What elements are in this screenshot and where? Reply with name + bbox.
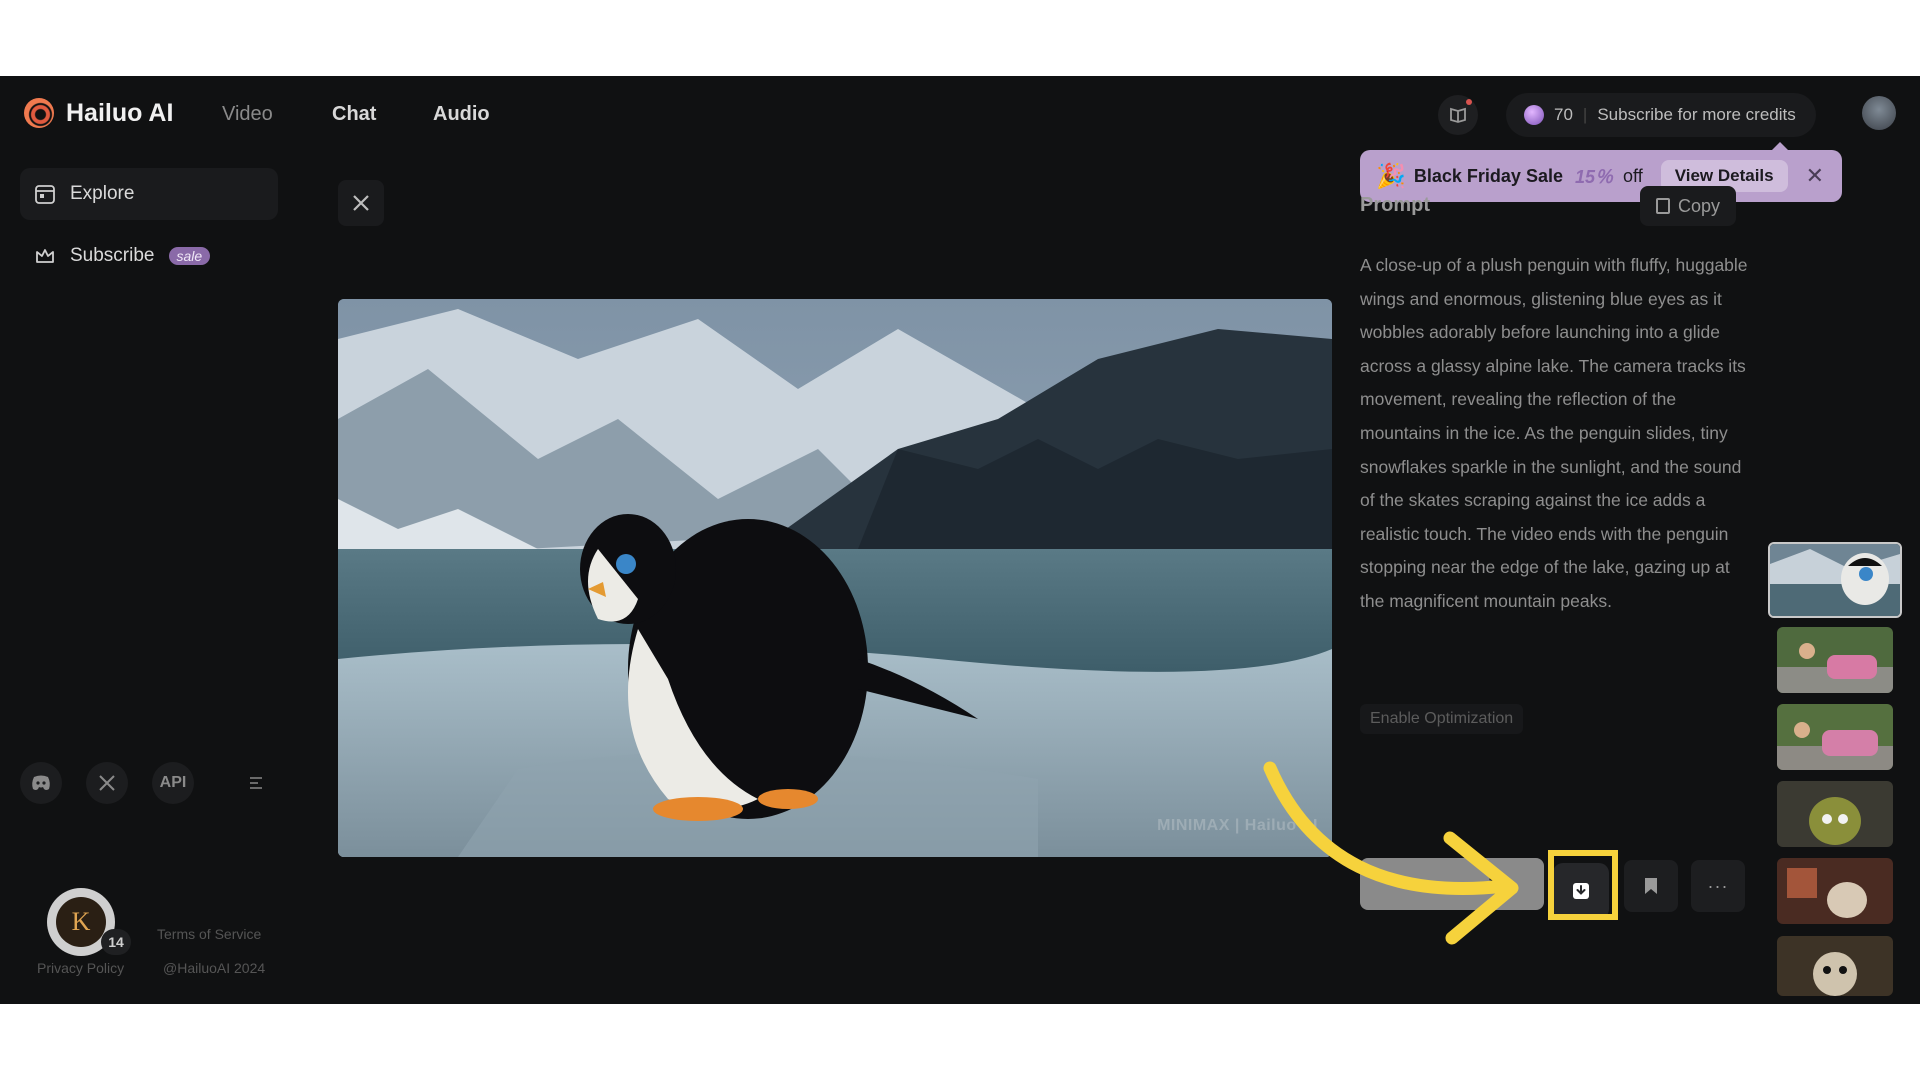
credits-pill[interactable]: 70 | Subscribe for more credits: [1506, 93, 1816, 137]
sidebar-item-explore[interactable]: Explore: [20, 168, 278, 220]
discord-button[interactable]: [20, 762, 62, 804]
avatar-letter: K: [56, 897, 106, 947]
count-badge: 14: [101, 929, 131, 955]
thumbnail-image: [1777, 936, 1893, 996]
prompt-text: A close-up of a plush penguin with fluff…: [1360, 255, 1748, 611]
thumbnail-car-1[interactable]: [1777, 627, 1893, 693]
enable-optimization-chip[interactable]: Enable Optimization: [1360, 704, 1524, 734]
bookmark-button[interactable]: [1624, 860, 1678, 912]
sidebar-item-label: Subscribe: [70, 245, 155, 266]
notification-dot: [1466, 99, 1472, 105]
bookmark-icon: [1645, 878, 1657, 894]
notification-button[interactable]: [1438, 95, 1478, 135]
app-window: Hailuo AI Video Chat Audio 70 | Subscrib…: [0, 76, 1920, 1004]
credits-count: 70: [1554, 105, 1573, 124]
sale-badge: sale: [168, 247, 211, 265]
discord-icon: [32, 775, 50, 790]
terms-link[interactable]: Terms of Service: [157, 926, 261, 942]
banner-title: Black Friday Sale: [1413, 165, 1563, 186]
top-bar: Hailuo AI Video Chat Audio 70 | Subscrib…: [0, 76, 1920, 154]
copy-button[interactable]: Copy: [1640, 186, 1737, 226]
more-options-button[interactable]: ···: [1691, 860, 1745, 912]
thumbnail-character[interactable]: [1777, 936, 1893, 996]
thumbnail-creature[interactable]: [1777, 781, 1893, 847]
copy-icon: [1656, 198, 1670, 214]
privacy-link[interactable]: Privacy Policy: [37, 960, 124, 976]
prompt-title: Prompt: [1360, 194, 1430, 216]
video-frame: [338, 299, 1332, 857]
banner-pointer: [1772, 142, 1788, 150]
copy-label: Copy: [1678, 195, 1721, 216]
banner-close-icon[interactable]: ✕: [1806, 163, 1824, 189]
banner-percent: 15％: [1574, 167, 1614, 187]
close-icon: [353, 195, 369, 211]
nav-chat[interactable]: Chat: [332, 103, 376, 126]
social-links: API: [20, 762, 280, 806]
thumbnail-penguin[interactable]: [1768, 542, 1902, 618]
credit-gem-icon: [1524, 105, 1544, 125]
thumbnail-image: [1777, 704, 1893, 770]
logo-icon: [24, 98, 54, 128]
thumbnail-image: [1777, 781, 1893, 847]
video-player[interactable]: MINIMAX | Hailuo AI: [338, 299, 1332, 857]
user-avatar[interactable]: [1862, 96, 1896, 130]
nav-audio[interactable]: Audio: [433, 103, 490, 126]
banner-off-label: off: [1623, 165, 1643, 186]
copyright-text: @HailuoAI 2024: [163, 960, 266, 976]
crown-icon: [36, 249, 54, 263]
x-icon: [99, 775, 115, 791]
party-popper-icon: 🎉: [1376, 162, 1406, 190]
book-icon: [1450, 107, 1466, 123]
sidebar-item-label: Explore: [70, 183, 135, 204]
thumbnail-image: [1777, 627, 1893, 693]
nav-video[interactable]: Video: [222, 103, 273, 126]
thumbnail-image: [1777, 858, 1893, 924]
close-button[interactable]: [338, 180, 384, 226]
pointer-arrow: [1263, 761, 1519, 945]
app-name: Hailuo AI: [66, 98, 174, 127]
black-friday-banner: 🎉 Black Friday Sale 15％ off View Details…: [1360, 142, 1842, 202]
sidebar: Explore Subscribe sale API: [0, 154, 300, 1004]
thumbnail-car-2[interactable]: [1777, 704, 1893, 770]
app-logo[interactable]: Hailuo AI: [24, 98, 173, 128]
thumbnail-image: [1770, 544, 1900, 616]
api-button[interactable]: API: [152, 762, 194, 804]
calendar-icon: [35, 185, 55, 204]
x-twitter-button[interactable]: [86, 762, 128, 804]
thumbnail-room[interactable]: [1777, 858, 1893, 924]
sidebar-item-subscribe[interactable]: Subscribe sale: [20, 230, 278, 282]
credits-divider: |: [1582, 105, 1588, 124]
menu-collapse-button[interactable]: [236, 762, 278, 804]
list-icon: [250, 777, 262, 789]
subscribe-credits-link[interactable]: Subscribe for more credits: [1597, 105, 1795, 125]
